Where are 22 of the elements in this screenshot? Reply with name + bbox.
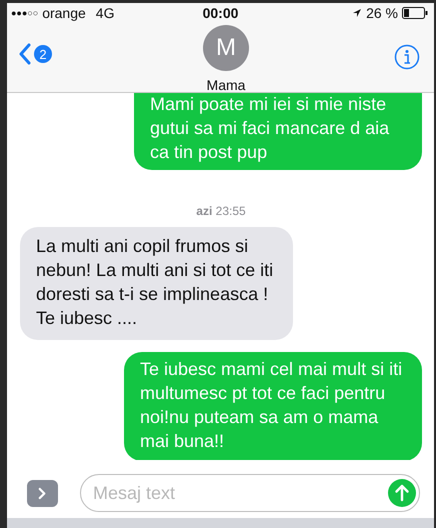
send-icon[interactable] bbox=[388, 479, 416, 507]
carrier-name: orange bbox=[42, 5, 86, 21]
chevron-right-icon bbox=[38, 486, 47, 500]
message-field[interactable]: Mesaj text bbox=[80, 474, 420, 512]
battery-percent: 26 % bbox=[366, 5, 398, 21]
expand-button[interactable] bbox=[27, 480, 58, 506]
sent-message: Mami poate mi iei si mie niste gutui sa mi faci mancare d aia ca tin post pup bbox=[134, 93, 422, 170]
battery-icon bbox=[402, 7, 428, 19]
contact-name: Mama bbox=[206, 77, 246, 93]
info-button[interactable] bbox=[394, 44, 420, 70]
received-message: La multi ani copil frumos si nebun! La multi ani si tot ce iti doresti sa t-i se implineasca ! Te iubesc .... bbox=[20, 227, 293, 340]
status-time: 00:00 bbox=[202, 5, 238, 21]
location-arrow-icon bbox=[352, 8, 362, 18]
back-chevron-icon bbox=[19, 43, 31, 65]
info-icon bbox=[394, 44, 420, 70]
contact-avatar[interactable]: M bbox=[203, 25, 249, 71]
back-button[interactable]: 2 bbox=[19, 43, 52, 65]
network-type: 4G bbox=[96, 5, 114, 21]
signal-dots: ●●●○○ bbox=[11, 8, 38, 18]
unread-badge: 2 bbox=[34, 45, 52, 63]
sent-message: Te iubesc mami cel mai mult si iti multumesc pt tot ce faci pentru noi!nu puteam sa am o mama mai buna!! bbox=[124, 352, 422, 460]
message-timestamp: azi 23:55 bbox=[196, 204, 246, 218]
